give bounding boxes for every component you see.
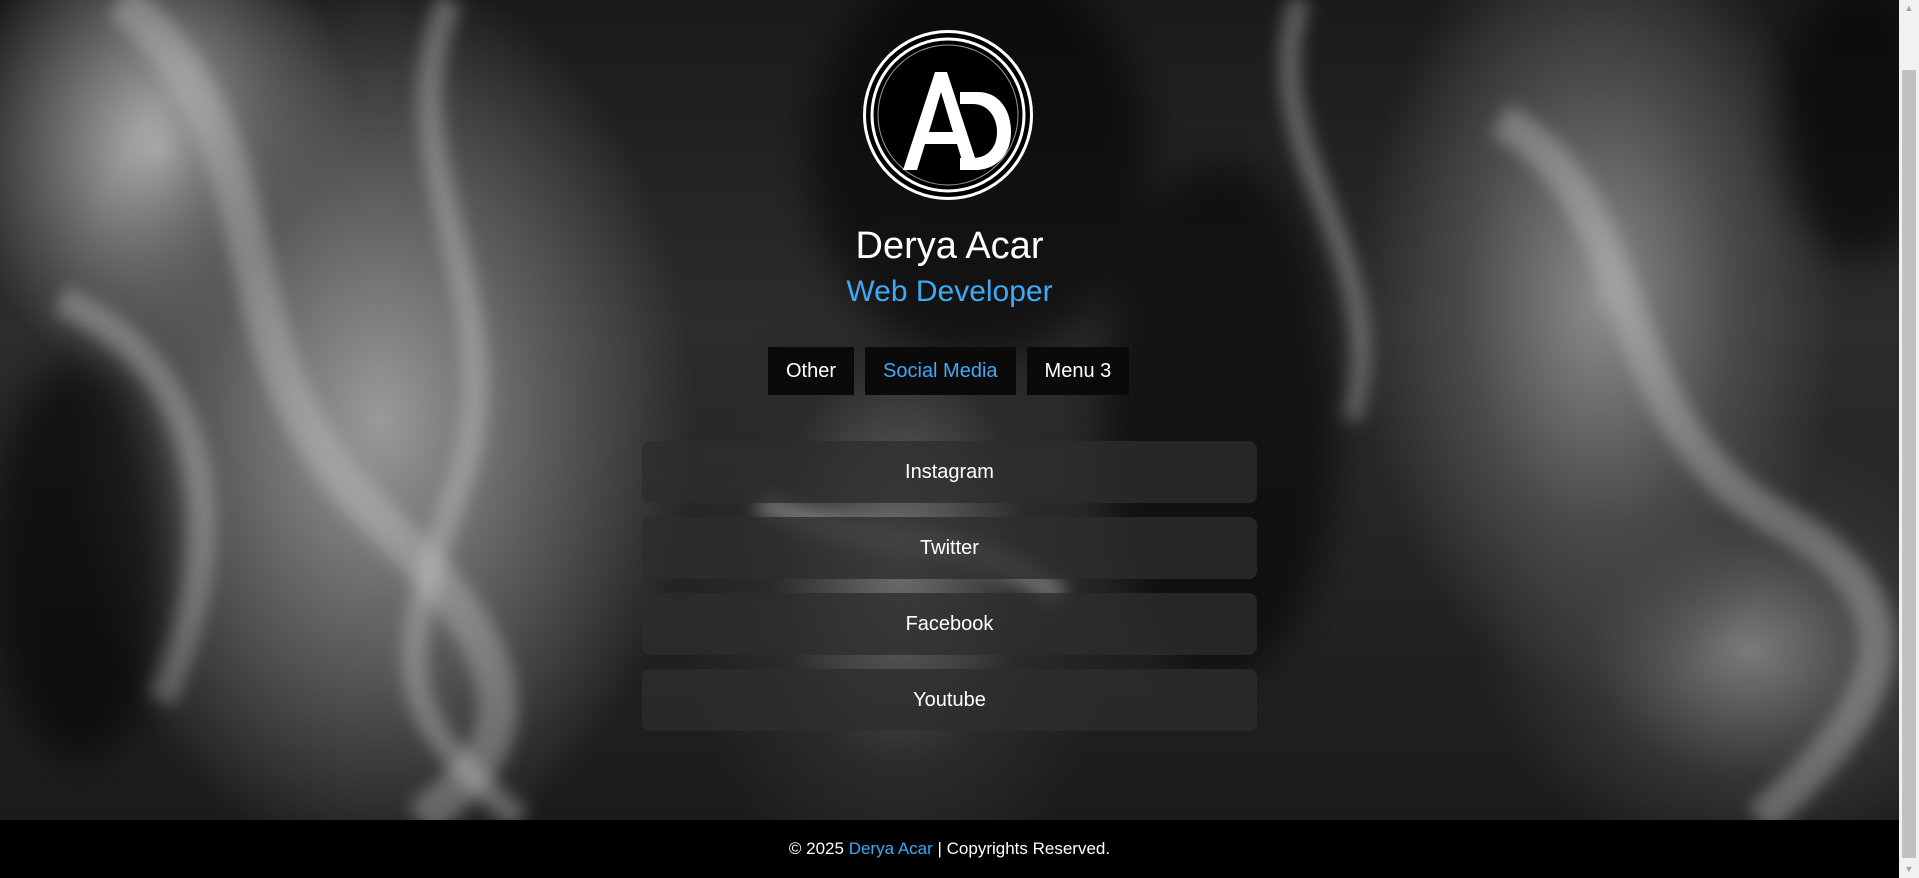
- vertical-scrollbar[interactable]: ▲ ▼: [1899, 0, 1919, 878]
- footer-copyright-suffix: | Copyrights Reserved.: [932, 839, 1111, 858]
- page: Derya Acar Web Developer Other Social Me…: [0, 0, 1919, 878]
- ad-monogram-logo: [870, 37, 1026, 193]
- scrollbar-thumb[interactable]: [1902, 70, 1916, 858]
- footer-copyright-prefix: © 2025: [788, 839, 849, 858]
- scroll-up-arrow-icon[interactable]: ▲: [1899, 0, 1919, 17]
- youtube-link-button[interactable]: Youtube: [642, 669, 1257, 731]
- instagram-link-button[interactable]: Instagram: [642, 441, 1257, 503]
- facebook-link-button[interactable]: Facebook: [642, 593, 1257, 655]
- menu-tabs: Other Social Media Menu 3: [768, 347, 1130, 395]
- twitter-link-button[interactable]: Twitter: [642, 517, 1257, 579]
- tab-menu-3[interactable]: Menu 3: [1026, 347, 1130, 395]
- footer: © 2025 Derya Acar | Copyrights Reserved.: [0, 820, 1899, 878]
- scroll-down-arrow-icon[interactable]: ▼: [1899, 861, 1919, 878]
- profile-role: Web Developer: [846, 275, 1053, 308]
- logo-image: [863, 30, 1033, 200]
- social-links-list: Instagram Twitter Facebook Youtube: [642, 441, 1257, 745]
- profile-name: Derya Acar: [855, 225, 1044, 267]
- tab-other[interactable]: Other: [768, 347, 855, 395]
- tab-social-media[interactable]: Social Media: [865, 347, 1016, 395]
- footer-author-link[interactable]: Derya Acar: [849, 839, 933, 858]
